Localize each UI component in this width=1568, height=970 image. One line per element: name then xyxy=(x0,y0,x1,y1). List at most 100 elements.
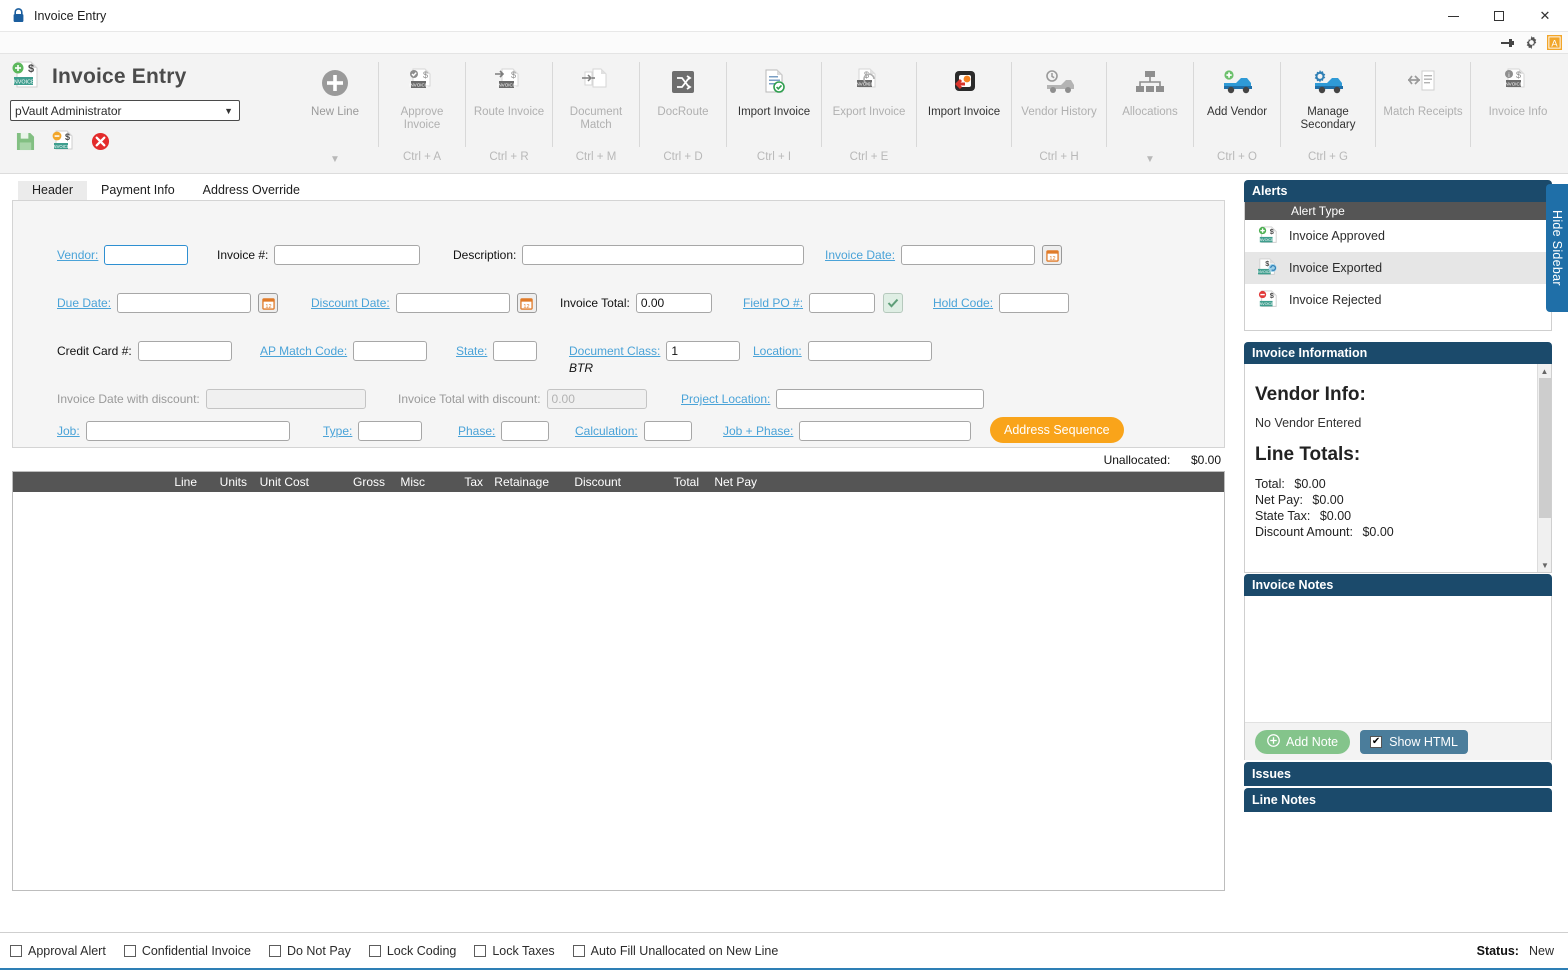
checkbox-lock-coding[interactable]: Lock Coding xyxy=(368,944,456,958)
job-label[interactable]: Job: xyxy=(57,424,80,438)
new-invoice-icon[interactable]: $ INVOICE xyxy=(51,130,75,155)
grid-col-total[interactable]: Total xyxy=(627,475,705,489)
hold-code-input[interactable] xyxy=(999,293,1070,313)
ribbon-button-approve-invoice[interactable]: $ INVOICE Approve Invoice Ctrl + A xyxy=(379,54,465,173)
calendar-icon[interactable]: 12 xyxy=(258,293,279,313)
ribbon-button-new-line[interactable]: New Line ▼ xyxy=(292,54,378,173)
ribbon-button-vendor-history[interactable]: Vendor History Ctrl + H xyxy=(1012,54,1106,173)
checkbox-lock-taxes[interactable]: Lock Taxes xyxy=(474,944,555,958)
hold-code-label[interactable]: Hold Code: xyxy=(933,296,993,310)
type-label[interactable]: Type: xyxy=(323,424,352,438)
checkbox-box[interactable] xyxy=(10,944,22,957)
grid-col-tax[interactable]: Tax xyxy=(431,475,489,489)
scrollbar-thumb[interactable] xyxy=(1539,378,1551,518)
ribbon-button-document-match[interactable]: Document Match Ctrl + M xyxy=(553,54,639,173)
minimize-button[interactable] xyxy=(1430,0,1476,32)
job-phase-label[interactable]: Job + Phase: xyxy=(723,424,793,438)
scroll-up-icon[interactable]: ▲ xyxy=(1538,364,1551,378)
calculation-label[interactable]: Calculation: xyxy=(575,424,638,438)
ap-match-code-input[interactable] xyxy=(353,341,428,361)
vendor-input[interactable] xyxy=(104,245,189,265)
type-input[interactable] xyxy=(358,421,423,441)
ribbon-button-manage-secondary[interactable]: Manage Secondary Ctrl + G xyxy=(1281,54,1375,173)
hide-sidebar-button[interactable]: Hide Sidebar xyxy=(1546,184,1568,312)
invoice-information-title[interactable]: Invoice Information xyxy=(1244,342,1552,364)
calendar-icon[interactable]: 12 xyxy=(516,293,537,313)
add-note-button[interactable]: Add Note xyxy=(1255,729,1351,754)
project-location-label[interactable]: Project Location: xyxy=(681,392,770,406)
ribbon-button-invoice-info[interactable]: i $ INVOICE Invoice Info xyxy=(1471,54,1565,173)
gear-icon[interactable] xyxy=(1523,35,1539,51)
job-phase-input[interactable] xyxy=(799,421,972,441)
checkbox-confidential-invoice[interactable]: Confidential Invoice xyxy=(123,944,251,958)
state-input[interactable] xyxy=(493,341,538,361)
save-icon[interactable] xyxy=(16,132,35,154)
grid-col-units[interactable]: Units xyxy=(203,475,253,489)
project-location-input[interactable] xyxy=(776,389,985,409)
document-class-input[interactable]: 1 xyxy=(666,341,741,361)
tab-payment-info[interactable]: Payment Info xyxy=(87,181,189,200)
document-class-label[interactable]: Document Class: xyxy=(569,344,660,358)
invoice-notes-text[interactable] xyxy=(1245,596,1551,722)
grid-col-retainage[interactable]: Retainage xyxy=(489,475,555,489)
cancel-icon[interactable] xyxy=(91,132,110,154)
alert-row[interactable]: $ INVOICE Invoice Approved xyxy=(1245,220,1551,252)
phase-label[interactable]: Phase: xyxy=(458,424,495,438)
line-notes-panel-title[interactable]: Line Notes xyxy=(1244,788,1552,812)
grid-col-net-pay[interactable]: Net Pay xyxy=(705,475,763,489)
checkbox-box[interactable] xyxy=(123,944,136,957)
calculation-input[interactable] xyxy=(643,421,692,441)
invoice-number-input[interactable] xyxy=(274,245,421,265)
ribbon-button-allocations[interactable]: Allocations ▼ xyxy=(1107,54,1193,173)
alerts-panel-title[interactable]: Alerts xyxy=(1244,180,1552,202)
checkbox-checked-icon[interactable]: ✔ xyxy=(1370,735,1383,748)
grid-col-discount[interactable]: Discount xyxy=(555,475,627,489)
grid-col-gross[interactable]: Gross xyxy=(315,475,391,489)
maximize-button[interactable] xyxy=(1476,0,1522,32)
invoice-total-discount-input[interactable]: 0.00 xyxy=(546,389,647,409)
grid-col-line[interactable]: Line xyxy=(13,475,203,489)
due-date-label[interactable]: Due Date: xyxy=(57,296,111,310)
checkbox-approval-alert[interactable]: Approval Alert xyxy=(10,944,106,958)
grid-body[interactable] xyxy=(13,492,1224,890)
checkbox-box[interactable] xyxy=(268,944,281,957)
checkbox-box[interactable] xyxy=(368,944,381,957)
alerts-column-header[interactable]: Alert Type xyxy=(1245,202,1551,220)
job-input[interactable] xyxy=(85,421,290,441)
alert-row[interactable]: $ INVOICE Invoice Rejected xyxy=(1245,284,1551,316)
ribbon-button-docroute[interactable]: DocRoute Ctrl + D xyxy=(640,54,726,173)
ribbon-button-match-receipts[interactable]: Match Receipts xyxy=(1376,54,1470,173)
field-po-label[interactable]: Field PO #: xyxy=(743,296,803,310)
calendar-icon[interactable]: 12 xyxy=(1042,245,1063,265)
discount-date-label[interactable]: Discount Date: xyxy=(311,296,390,310)
tab-address-override[interactable]: Address Override xyxy=(189,181,314,200)
address-sequence-button[interactable]: Address Sequence xyxy=(990,417,1124,443)
check-icon[interactable] xyxy=(883,293,904,313)
grid-col-misc[interactable]: Misc xyxy=(391,475,431,489)
invoice-information-scrollbar[interactable]: ▲ ▼ xyxy=(1537,364,1551,572)
pin-icon[interactable] xyxy=(1500,35,1516,51)
ribbon-button-export-invoice[interactable]: $ INVOICE Export Invoice Ctrl + E xyxy=(822,54,916,173)
issues-panel-title[interactable]: Issues xyxy=(1244,762,1552,786)
ribbon-button-import-invoice[interactable]: Import Invoice Ctrl + I xyxy=(727,54,821,173)
phase-input[interactable] xyxy=(501,421,550,441)
alert-row[interactable]: $ INVOICE Invoice Exported xyxy=(1245,252,1551,284)
grid-col-unit-cost[interactable]: Unit Cost xyxy=(253,475,315,489)
location-label[interactable]: Location: xyxy=(753,344,802,358)
app-badge-icon[interactable]: A xyxy=(1546,35,1562,51)
credit-card-input[interactable] xyxy=(137,341,232,361)
ribbon-button-add-vendor[interactable]: Add Vendor Ctrl + O xyxy=(1194,54,1280,173)
description-input[interactable] xyxy=(522,245,805,265)
invoice-total-input[interactable]: 0.00 xyxy=(635,293,712,313)
ap-match-code-label[interactable]: AP Match Code: xyxy=(260,344,347,358)
scroll-down-icon[interactable]: ▼ xyxy=(1538,558,1551,572)
show-html-toggle[interactable]: ✔ Show HTML xyxy=(1360,729,1468,754)
invoice-notes-title[interactable]: Invoice Notes xyxy=(1244,574,1552,596)
user-select[interactable]: pVault Administrator ▼ xyxy=(10,100,240,121)
close-button[interactable]: ✕ xyxy=(1522,0,1568,32)
checkbox-do-not-pay[interactable]: Do Not Pay xyxy=(268,944,351,958)
chevron-down-icon[interactable]: ▼ xyxy=(1145,154,1155,165)
ribbon-button-import-invoice-alt[interactable]: Import Invoice xyxy=(917,54,1011,173)
tab-header[interactable]: Header xyxy=(18,181,87,200)
vendor-label[interactable]: Vendor: xyxy=(57,248,98,262)
